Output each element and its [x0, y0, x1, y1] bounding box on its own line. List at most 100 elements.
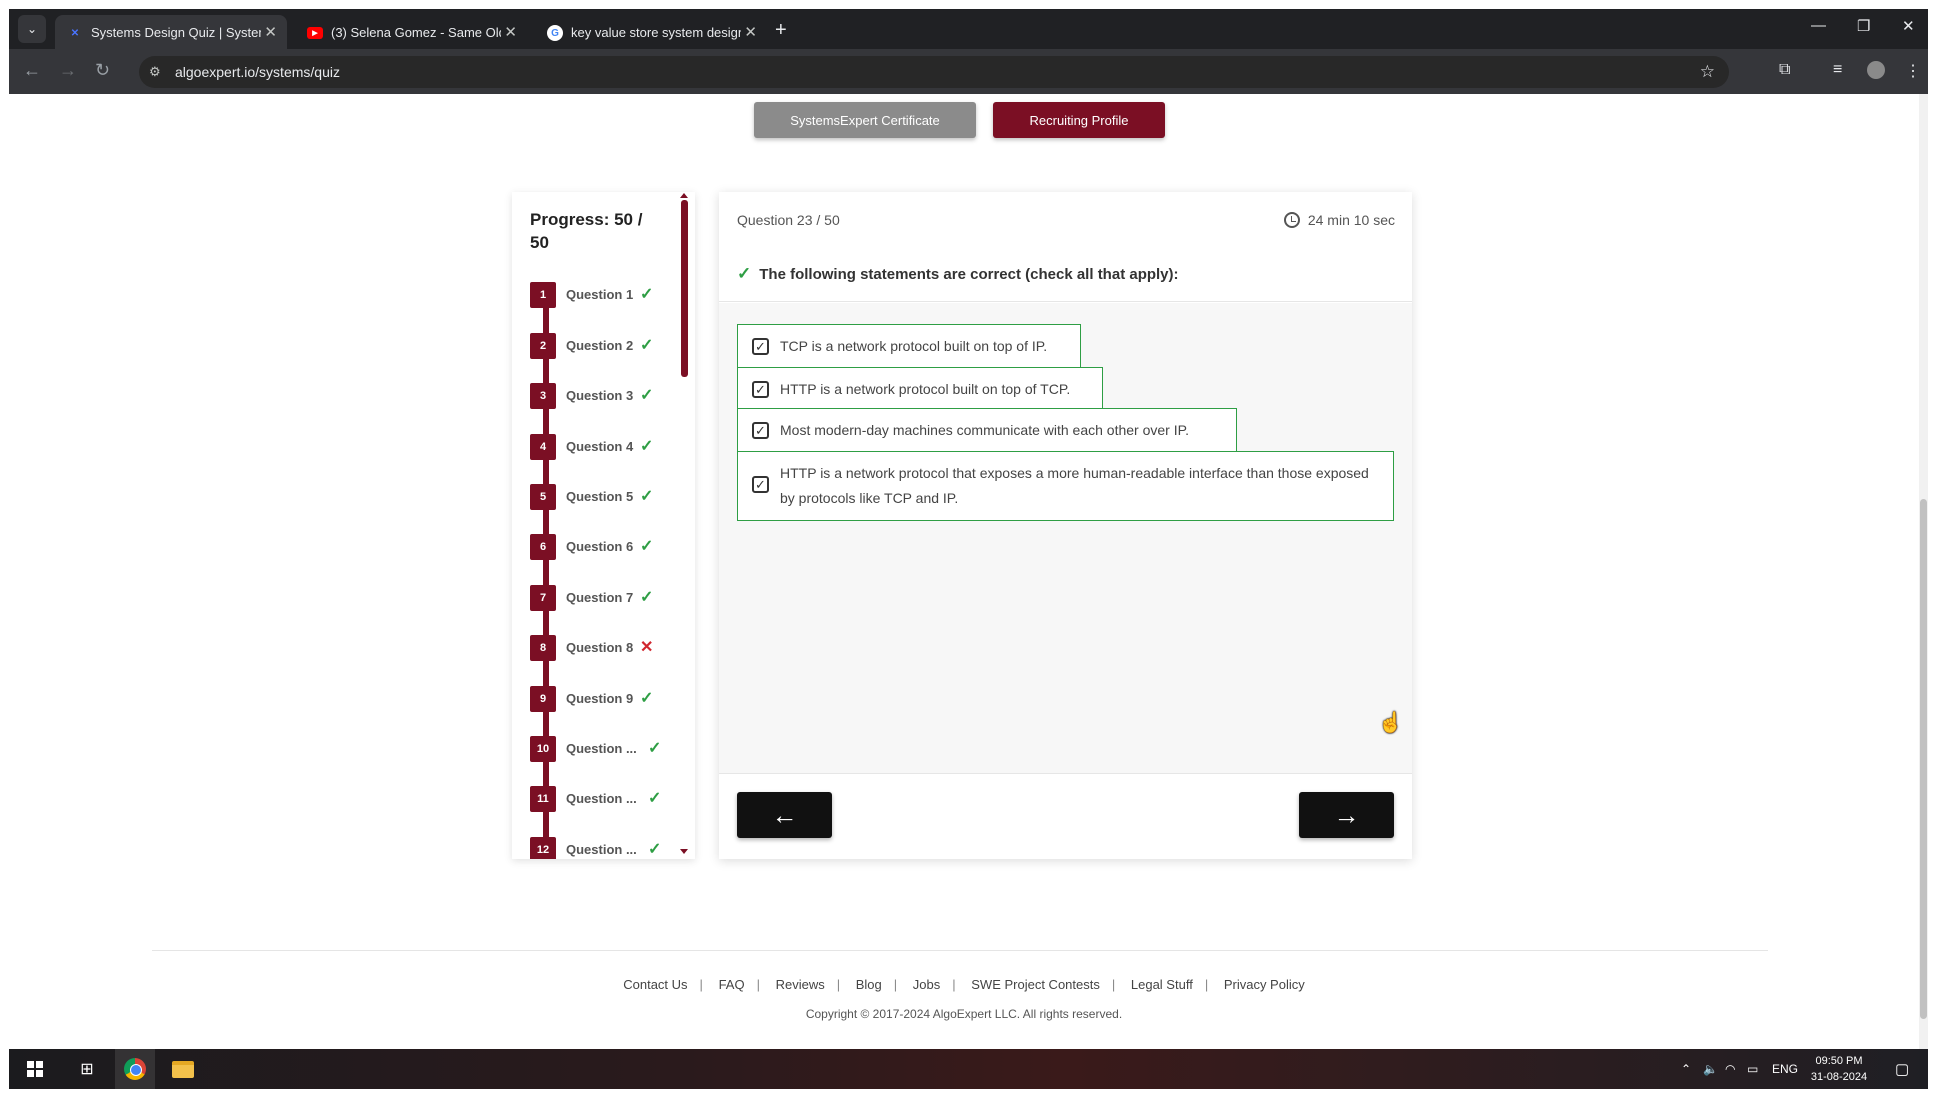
media-control-icon[interactable]: ≡ [1833, 61, 1842, 79]
footer-link-faq[interactable]: FAQ [719, 977, 745, 992]
checkbox-checked-icon[interactable]: ✓ [752, 338, 769, 355]
footer-link-blog[interactable]: Blog [856, 977, 882, 992]
question-prompt-text: The following statements are correct (ch… [759, 266, 1179, 283]
reload-icon[interactable]: ↻ [95, 60, 110, 81]
checkbox-checked-icon[interactable]: ✓ [752, 476, 769, 493]
scroll-up-icon[interactable] [680, 193, 688, 198]
tab-search-button[interactable]: ⌄ [18, 15, 46, 43]
question-number: 6 [530, 534, 556, 560]
question-header: Question 23 / 50 24 min 10 sec ✓ The foll… [719, 192, 1412, 302]
show-hidden-icons[interactable]: ⌃ [1681, 1049, 1691, 1089]
wifi-icon[interactable]: ◠ [1725, 1049, 1735, 1089]
page-scrollbar-thumb[interactable] [1920, 499, 1927, 1019]
next-question-button[interactable]: → [1299, 792, 1394, 838]
recruiting-profile-button[interactable]: Recruiting Profile [993, 102, 1165, 138]
address-bar[interactable]: ⚙ algoexpert.io/systems/quiz ☆ [139, 56, 1729, 88]
checkmark-icon: ✓ [648, 790, 662, 807]
option-3[interactable]: ✓ Most modern-day machines communicate w… [737, 408, 1237, 453]
progress-item-12[interactable]: 12 Question ... ✓ [530, 837, 680, 859]
progress-item-6[interactable]: 6 Question 6 ✓ [530, 534, 680, 562]
question-number: 7 [530, 585, 556, 611]
option-2[interactable]: ✓ HTTP is a network protocol built on to… [737, 367, 1103, 412]
battery-icon[interactable]: ▭ [1747, 1049, 1758, 1089]
question-label: Question 3 [566, 388, 634, 403]
url-text: algoexpert.io/systems/quiz [175, 64, 340, 80]
taskbar-file-explorer[interactable] [163, 1049, 203, 1089]
notifications-icon[interactable]: ▢ [1895, 1049, 1909, 1089]
footer-link-swe-contests[interactable]: SWE Project Contests [971, 977, 1100, 992]
new-tab-button[interactable]: + [775, 19, 787, 42]
profile-avatar[interactable] [1867, 61, 1885, 79]
task-view-icon[interactable]: ⊞ [67, 1049, 107, 1089]
progress-item-5[interactable]: 5 Question 5 ✓ [530, 484, 680, 512]
menu-icon[interactable]: ⋮ [1905, 61, 1921, 81]
option-1[interactable]: ✓ TCP is a network protocol built on top… [737, 324, 1081, 369]
progress-item-11[interactable]: 11 Question ... ✓ [530, 786, 680, 814]
previous-question-button[interactable]: ← [737, 792, 832, 838]
progress-item-10[interactable]: 10 Question ... ✓ [530, 736, 680, 764]
progress-item-3[interactable]: 3 Question 3 ✓ [530, 383, 680, 411]
progress-scrollbar[interactable] [681, 200, 688, 377]
progress-item-2[interactable]: 2 Question 2 ✓ [530, 333, 680, 361]
time-text: 09:50 PM [1815, 1055, 1863, 1067]
screen: ⌄ ✕ Systems Design Quiz | SystemsE ✕ ▶ (… [0, 0, 1937, 1097]
progress-item-1[interactable]: 1 Question 1 ✓ [530, 282, 680, 310]
progress-item-4[interactable]: 4 Question 4 ✓ [530, 434, 680, 462]
question-label: Question 4 [566, 439, 634, 454]
progress-item-7[interactable]: 7 Question 7 ✓ [530, 585, 680, 613]
page-scrollbar[interactable] [1919, 94, 1928, 1049]
language-indicator[interactable]: ENG [1772, 1049, 1798, 1089]
close-window-icon[interactable]: ✕ [1902, 17, 1915, 35]
checkbox-checked-icon[interactable]: ✓ [752, 422, 769, 439]
footer-link-reviews[interactable]: Reviews [776, 977, 825, 992]
browser-tabbar: ⌄ ✕ Systems Design Quiz | SystemsE ✕ ▶ (… [9, 9, 1928, 49]
question-label: Question 6 [566, 539, 634, 554]
footer-link-legal[interactable]: Legal Stuff [1131, 977, 1193, 992]
question-panel: Question 23 / 50 24 min 10 sec ✓ The foll… [719, 192, 1412, 859]
tab-title: key value store system design - [571, 24, 741, 40]
question-label: Question 2 [566, 338, 634, 353]
checkmark-icon: ✓ [648, 841, 662, 858]
close-tab-icon[interactable]: ✕ [264, 23, 277, 41]
checkbox-checked-icon[interactable]: ✓ [752, 381, 769, 398]
folder-icon [172, 1060, 194, 1078]
systemsexpert-certificate-button[interactable]: SystemsExpert Certificate [754, 102, 976, 138]
question-number: 4 [530, 434, 556, 460]
footer-link-privacy[interactable]: Privacy Policy [1224, 977, 1305, 992]
forward-icon[interactable]: → [59, 60, 77, 81]
footer-link-contact[interactable]: Contact Us [623, 977, 687, 992]
back-icon[interactable]: ← [23, 60, 41, 81]
close-tab-icon[interactable]: ✕ [744, 23, 757, 41]
question-footer: ← → [719, 773, 1412, 859]
date-text: 31-08-2024 [1810, 1071, 1868, 1083]
tab-google[interactable]: G key value store system design - ✕ [535, 15, 767, 49]
progress-item-9[interactable]: 9 Question 9 ✓ [530, 686, 680, 714]
tab-youtube[interactable]: ▶ (3) Selena Gomez - Same Old L ✕ [295, 15, 527, 49]
question-number: 3 [530, 383, 556, 409]
taskbar-clock[interactable]: 09:50 PM 31-08-2024 [1804, 1053, 1874, 1085]
scroll-down-icon[interactable] [680, 849, 688, 854]
tab-title: Systems Design Quiz | SystemsE [91, 24, 261, 40]
checkmark-icon: ✓ [640, 589, 654, 606]
extensions-icon[interactable]: ⧉ [1779, 61, 1790, 79]
copyright: Copyright © 2017-2024 AlgoExpert LLC. Al… [805, 1007, 1123, 1021]
windows-taskbar: ⊞ ⌃ 🔈 ◠ ▭ ENG 09:50 PM 31-08-2024 ▢ [9, 1049, 1928, 1089]
option-4[interactable]: ✓ HTTP is a network protocol that expose… [737, 451, 1394, 521]
question-number: 11 [530, 786, 556, 812]
question-number: 2 [530, 333, 556, 359]
question-number: 8 [530, 635, 556, 661]
bookmark-star-icon[interactable]: ☆ [1700, 62, 1715, 82]
tab-quiz[interactable]: ✕ Systems Design Quiz | SystemsE ✕ [55, 15, 287, 49]
restore-icon[interactable]: ❐ [1857, 17, 1870, 35]
minimize-icon[interactable]: — [1811, 17, 1826, 34]
close-tab-icon[interactable]: ✕ [504, 23, 517, 41]
windows-start-icon[interactable] [27, 1061, 43, 1077]
question-counter: Question 23 / 50 [737, 212, 840, 228]
progress-item-8[interactable]: 8 Question 8 ✕ [530, 635, 680, 663]
footer-link-jobs[interactable]: Jobs [913, 977, 940, 992]
taskbar-chrome[interactable] [115, 1049, 155, 1089]
question-number: 9 [530, 686, 556, 712]
site-info-icon[interactable]: ⚙ [149, 64, 161, 80]
question-prompt: ✓ The following statements are correct (c… [737, 264, 1179, 284]
volume-icon[interactable]: 🔈 [1703, 1049, 1718, 1089]
